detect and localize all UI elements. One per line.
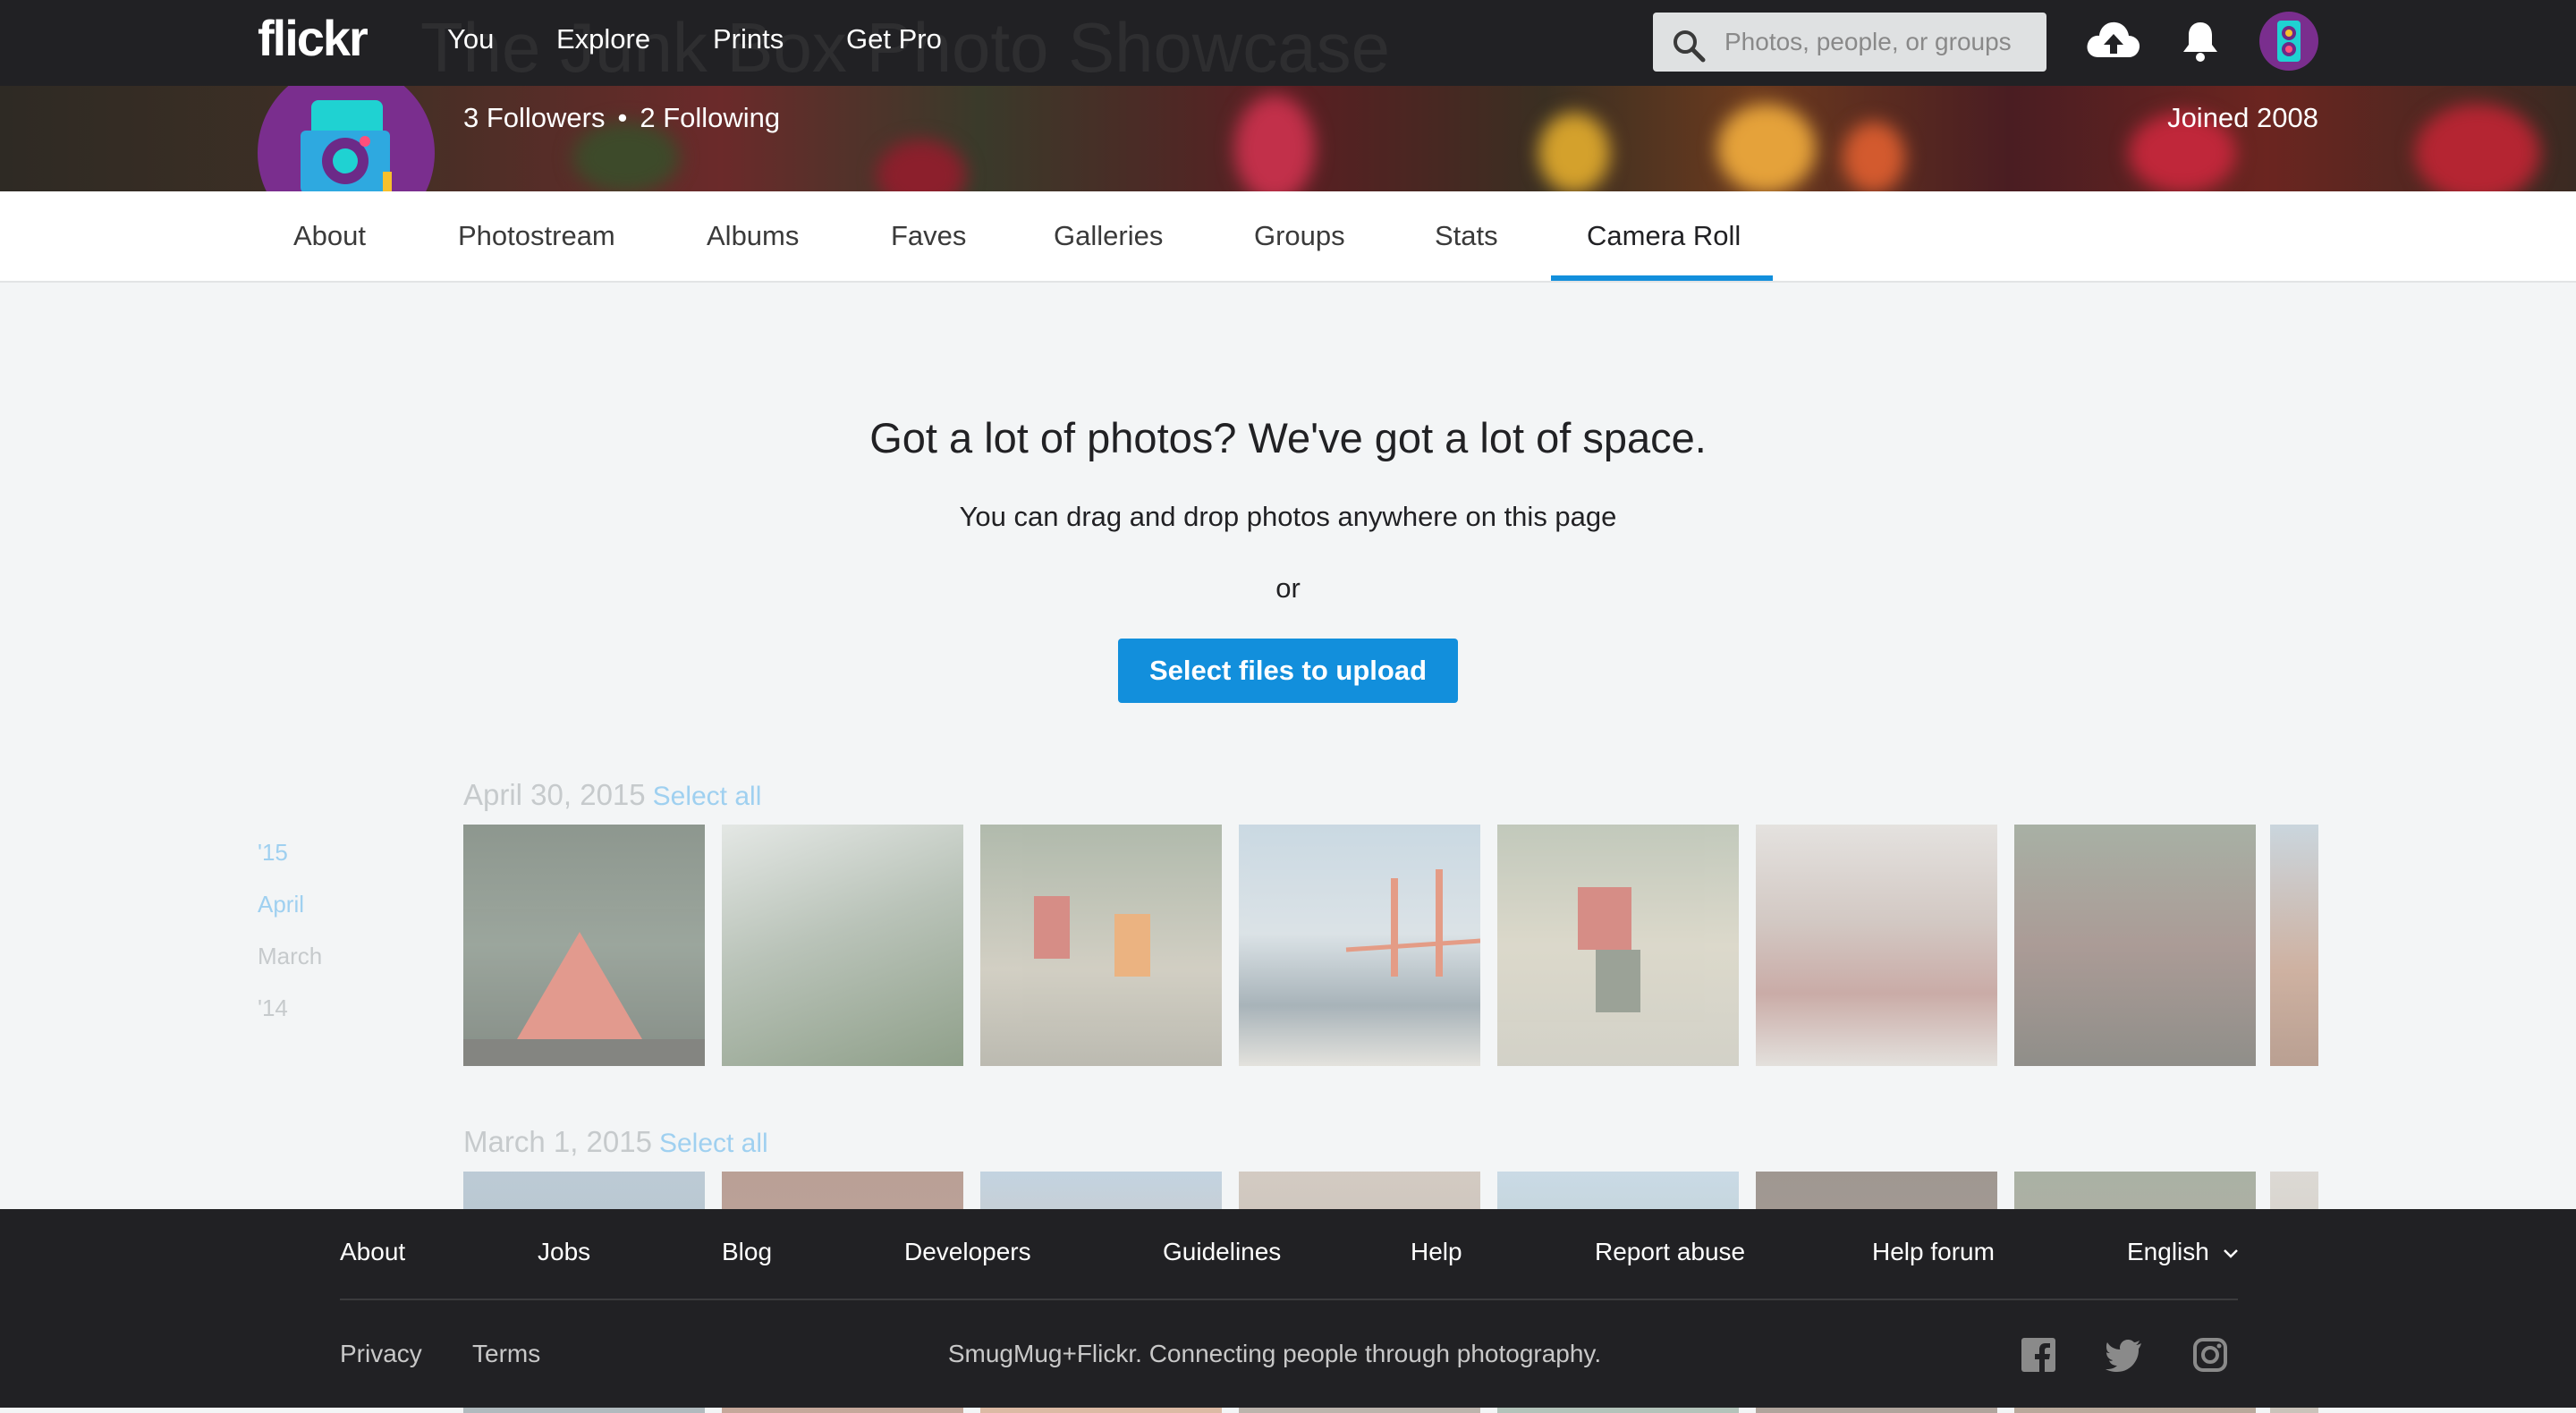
footer-report-abuse[interactable]: Report abuse: [1595, 1238, 1745, 1266]
photo-thumbnail[interactable]: [2014, 825, 2256, 1066]
nav-you[interactable]: You: [447, 23, 494, 55]
tent-photo: [463, 932, 705, 1066]
timeline-year-2015[interactable]: '15: [258, 839, 288, 867]
search-input[interactable]: [1723, 23, 2039, 61]
upload-or: or: [1275, 572, 1301, 604]
group-date: April 30, 2015: [463, 778, 646, 811]
footer-about[interactable]: About: [340, 1238, 405, 1266]
footer-help-forum[interactable]: Help forum: [1872, 1238, 1995, 1266]
footer-blog[interactable]: Blog: [722, 1238, 772, 1266]
timeline-year-2014[interactable]: '14: [258, 994, 288, 1022]
nav-get-pro[interactable]: Get Pro: [846, 23, 942, 55]
footer-divider: [340, 1299, 2238, 1300]
footer-jobs[interactable]: Jobs: [538, 1238, 590, 1266]
footer-help[interactable]: Help: [1411, 1238, 1462, 1266]
tab-galleries[interactable]: Galleries: [1054, 220, 1163, 252]
photo-thumbnail[interactable]: [2270, 825, 2318, 1066]
stats-separator: •: [617, 102, 628, 133]
follow-stats: 3 Followers • 2 Following: [463, 102, 780, 134]
group-date: March 1, 2015: [463, 1125, 652, 1158]
photo-thumbnail[interactable]: [463, 825, 705, 1066]
nav-explore[interactable]: Explore: [556, 23, 650, 55]
photo-thumbnail[interactable]: [1497, 825, 1739, 1066]
twitter-icon[interactable]: [2106, 1338, 2143, 1372]
search-icon: [1674, 30, 1706, 63]
tab-albums[interactable]: Albums: [707, 220, 799, 252]
photo-thumbnail[interactable]: [980, 825, 1222, 1066]
camera-avatar-icon: [2277, 21, 2301, 62]
tab-camera-roll[interactable]: Camera Roll: [1587, 220, 1741, 252]
language-label: English: [2127, 1238, 2209, 1265]
camera-avatar-icon: [301, 100, 392, 191]
language-selector[interactable]: English: [2127, 1238, 2240, 1266]
select-files-button[interactable]: Select files to upload: [1118, 639, 1458, 703]
timeline-march[interactable]: March: [258, 943, 322, 970]
select-all-link[interactable]: Select all: [653, 782, 762, 811]
select-all-link[interactable]: Select all: [659, 1129, 768, 1158]
footer-developers[interactable]: Developers: [904, 1238, 1031, 1266]
avatar[interactable]: [2259, 12, 2318, 71]
chevron-down-icon: [2223, 1249, 2238, 1258]
search-box[interactable]: [1653, 13, 2046, 72]
date-group-header: March 1, 2015 Select all: [463, 1125, 768, 1159]
joined-date: Joined 2008: [2167, 102, 2318, 133]
timeline-april[interactable]: April: [258, 891, 304, 918]
upload-title: Got a lot of photos? We've got a lot of …: [869, 414, 1707, 461]
tab-about[interactable]: About: [293, 220, 366, 252]
upload-cloud-icon[interactable]: [2086, 18, 2141, 63]
tab-faves[interactable]: Faves: [891, 220, 966, 252]
profile-tabs: About Photostream Albums Faves Galleries…: [0, 191, 2576, 283]
nav-prints[interactable]: Prints: [713, 23, 784, 55]
facebook-icon[interactable]: [2021, 1338, 2055, 1372]
bell-icon[interactable]: [2181, 20, 2220, 63]
tab-groups[interactable]: Groups: [1254, 220, 1345, 252]
followers-count[interactable]: 3 Followers: [463, 102, 606, 133]
tab-photostream[interactable]: Photostream: [458, 220, 615, 252]
hiker-sitting-photo: [1578, 887, 1640, 1012]
top-navigation: The Junk Box Photo Showcase flickr You E…: [0, 0, 2576, 87]
date-group-header: April 30, 2015 Select all: [463, 778, 761, 812]
profile-avatar[interactable]: [258, 86, 435, 191]
hikers-photo: [1034, 896, 1150, 977]
instagram-icon[interactable]: [2193, 1338, 2227, 1372]
following-count[interactable]: 2 Following: [640, 102, 780, 133]
photo-thumbnail[interactable]: [722, 825, 963, 1066]
footer: About Jobs Blog Developers Guidelines He…: [0, 1209, 2576, 1408]
footer-tagline: SmugMug+Flickr. Connecting people throug…: [947, 1340, 1602, 1367]
cover-photo: 3 Followers • 2 Following Joined 2008: [0, 86, 2576, 191]
flickr-logo[interactable]: flickr: [258, 9, 369, 67]
photo-thumbnail[interactable]: [1756, 825, 1997, 1066]
tab-stats[interactable]: Stats: [1435, 220, 1498, 252]
photo-thumbnail[interactable]: [1239, 825, 1480, 1066]
golden-gate-photo: [1345, 869, 1480, 977]
upload-subtitle: You can drag and drop photos anywhere on…: [959, 501, 1617, 532]
footer-guidelines[interactable]: Guidelines: [1163, 1238, 1281, 1266]
active-tab-indicator: [1551, 275, 1773, 281]
